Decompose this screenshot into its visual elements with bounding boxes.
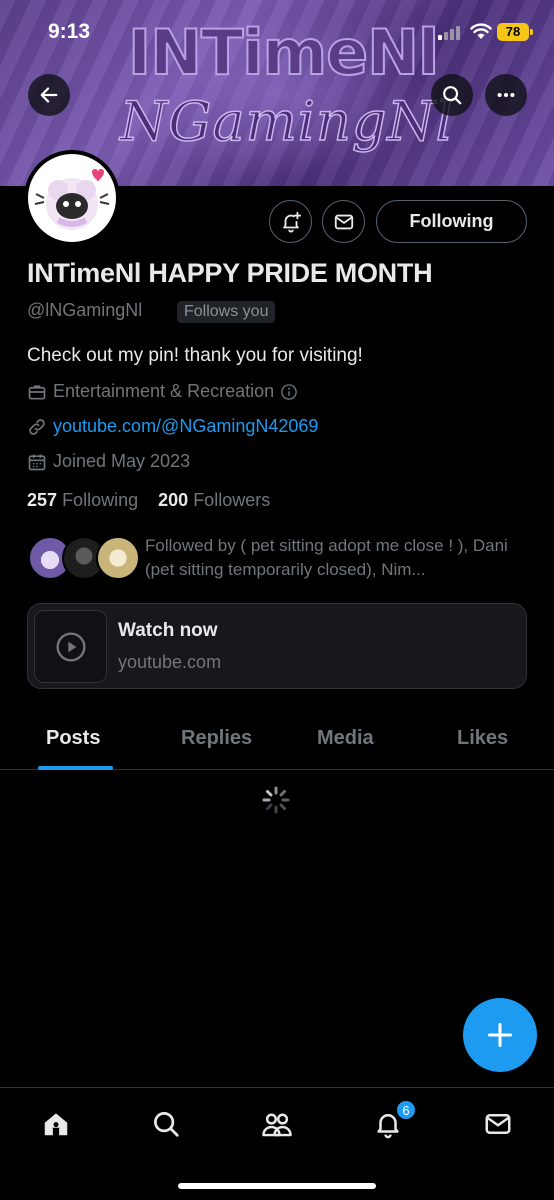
battery-indicator: 78 <box>497 23 533 41</box>
communities-icon <box>262 1113 292 1137</box>
tab-media[interactable]: Media <box>317 727 374 750</box>
search-icon <box>154 1112 179 1137</box>
search-button[interactable] <box>431 74 473 116</box>
link-icon <box>29 418 45 435</box>
back-button[interactable] <box>28 74 70 116</box>
follow-stats: 257 Following 200 Followers <box>27 490 270 511</box>
home-indicator[interactable] <box>178 1183 376 1189</box>
user-handle: @lNGamingNl <box>27 300 143 320</box>
messages-icon <box>485 1114 511 1134</box>
card-domain: youtube.com <box>118 652 222 672</box>
link-preview-card[interactable]: Watch now youtube.com <box>27 603 527 689</box>
briefcase-icon <box>28 384 46 399</box>
wifi-icon <box>470 22 492 40</box>
followers-count: 200 <box>158 490 189 510</box>
tab-posts[interactable]: Posts <box>46 727 100 750</box>
following-stat[interactable]: 257 Following <box>27 490 138 510</box>
nav-home[interactable] <box>36 1106 76 1142</box>
category-row: Entertainment & Recreation <box>27 381 298 402</box>
envelope-icon <box>334 214 353 229</box>
active-tab-indicator <box>38 766 113 770</box>
display-name: INTimeNl HAPPY PRIDE MONTH <box>27 258 433 288</box>
avatar-image <box>28 154 116 242</box>
following-count: 257 <box>27 490 58 510</box>
website-row: youtube.com/@NGamingN42069 <box>27 416 318 437</box>
more-horizontal-icon <box>497 92 515 98</box>
followed-by-text[interactable]: Followed by ( pet sitting adopt me close… <box>145 534 530 582</box>
home-icon <box>44 1113 68 1136</box>
website-link[interactable]: youtube.com/@NGamingN42069 <box>53 416 318 437</box>
tab-replies[interactable]: Replies <box>181 727 252 750</box>
category-label: Entertainment & Recreation <box>53 381 275 401</box>
nav-messages[interactable] <box>478 1106 518 1142</box>
profile-bio: Check out my pin! thank you for visiting… <box>27 345 363 366</box>
tab-likes[interactable]: Likes <box>457 727 508 750</box>
calendar-icon <box>28 454 46 470</box>
nav-search[interactable] <box>146 1106 186 1142</box>
mutual-avatar <box>96 536 140 580</box>
follows-you-badge: Follows you <box>177 301 276 323</box>
search-icon <box>443 86 462 105</box>
status-time: 9:13 <box>48 20 91 43</box>
following-button[interactable]: Following <box>376 200 527 243</box>
compose-button[interactable] <box>463 998 537 1072</box>
info-icon[interactable] <box>280 383 298 401</box>
following-label: Following <box>62 490 139 510</box>
play-circle-icon <box>55 631 86 662</box>
notification-subscribe-button[interactable] <box>269 200 312 243</box>
profile-tabs: Posts Replies Media Likes <box>0 712 554 770</box>
avatar[interactable] <box>24 150 120 246</box>
joined-date: Joined May 2023 <box>53 451 191 471</box>
nav-communities[interactable] <box>257 1106 297 1142</box>
loading-spinner-icon <box>262 786 290 814</box>
bell-plus-icon <box>282 211 301 233</box>
card-title: Watch now <box>118 620 218 641</box>
cellular-signal-icon <box>438 24 464 40</box>
joined-row: Joined May 2023 <box>27 451 190 472</box>
followers-label: Followers <box>193 490 271 510</box>
banner-subtitle: NGamingNl <box>119 89 454 154</box>
card-thumbnail <box>34 610 107 683</box>
arrow-left-icon <box>40 87 58 103</box>
plus-icon <box>487 1022 513 1048</box>
status-bar: 9:13 78 <box>0 0 554 64</box>
message-button[interactable] <box>322 200 365 243</box>
followers-stat[interactable]: 200 Followers <box>158 490 270 510</box>
notification-badge: 6 <box>396 1100 416 1120</box>
more-button[interactable] <box>485 74 527 116</box>
